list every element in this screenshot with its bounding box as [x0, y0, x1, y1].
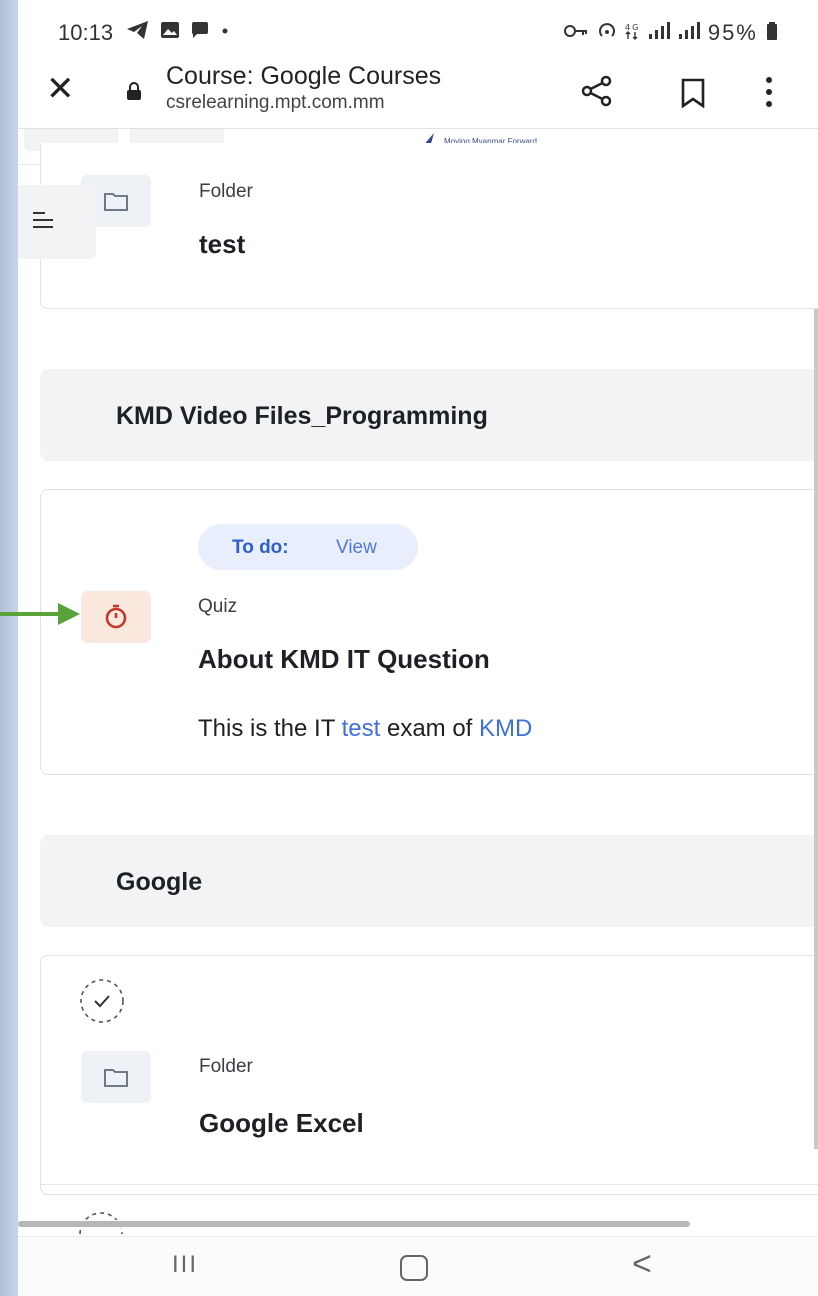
message-icon	[192, 22, 209, 38]
course-page: Moving Myanmar Forward Folder test KMD V…	[18, 129, 818, 1195]
desc-link-test[interactable]: test	[342, 715, 381, 742]
back-button[interactable]: <	[632, 1245, 652, 1284]
svg-text:4G: 4G	[625, 23, 639, 32]
signal-icon	[678, 22, 700, 39]
activity-title[interactable]: About KMD IT Question	[198, 644, 490, 675]
status-bar: 10:13 4G 95%	[18, 0, 818, 60]
close-icon[interactable]: ✕	[46, 72, 75, 106]
horizontal-scrollbar[interactable]	[18, 1221, 690, 1227]
more-vert-icon[interactable]	[764, 76, 774, 108]
lock-icon	[127, 82, 141, 100]
activity-type-label: Folder	[199, 1056, 253, 1077]
telegram-icon	[127, 21, 148, 39]
folder-icon	[104, 1069, 128, 1087]
section-header-google[interactable]: Google	[40, 835, 818, 927]
dot-icon	[222, 28, 228, 34]
url-text[interactable]: csrelearning.mpt.com.mm	[166, 92, 385, 114]
quiz-timer-icon	[105, 604, 127, 629]
activity-title[interactable]: Google Excel	[199, 1108, 364, 1139]
desc-link-kmd[interactable]: KMD	[479, 715, 532, 742]
section-title[interactable]: Google	[116, 868, 202, 897]
section-title[interactable]: KMD Video Files_Programming	[116, 402, 488, 431]
activity-title[interactable]: test	[199, 229, 245, 260]
activity-card-test[interactable]: Folder test	[40, 143, 818, 309]
activity-type-label: Quiz	[198, 596, 238, 617]
annotation-arrow-icon	[0, 603, 80, 625]
todo-badge: To do: View	[198, 524, 418, 570]
activity-type-label: Folder	[199, 181, 253, 202]
gallery-icon	[161, 22, 180, 38]
status-right-icons: 4G 95%	[563, 20, 778, 46]
status-left-icons	[126, 20, 230, 46]
data-icon: 4G	[625, 23, 639, 40]
row-divider	[41, 1184, 818, 1185]
system-nav-bar: III <	[18, 1236, 818, 1296]
activity-icon-box	[81, 1051, 151, 1103]
key-icon	[564, 25, 588, 37]
section-header-kmd[interactable]: KMD Video Files_Programming	[40, 369, 818, 461]
home-button[interactable]	[400, 1255, 428, 1281]
activity-icon-box	[81, 591, 151, 643]
recent-apps-button[interactable]: III	[172, 1251, 198, 1279]
bookmark-icon[interactable]	[680, 78, 706, 108]
signal-icon	[648, 22, 670, 39]
backdrop-left	[0, 0, 18, 1296]
share-icon[interactable]	[580, 74, 614, 108]
activity-description: This is the IT test exam of KMD	[198, 715, 532, 743]
battery-percent: 95%	[707, 20, 758, 45]
browser-toolbar: ✕ Course: Google Courses csrelearning.mp…	[18, 60, 818, 129]
todo-value: View	[336, 537, 377, 558]
folder-icon	[104, 193, 128, 211]
todo-label: To do:	[232, 537, 289, 558]
page-title: Course: Google Courses	[166, 62, 442, 90]
desc-text: This is the IT	[198, 715, 342, 742]
battery-icon	[767, 22, 777, 40]
phone-screen: 10:13 4G 95% ✕ Course: Google Courses cs…	[18, 0, 818, 1296]
status-time: 10:13	[58, 20, 114, 45]
activity-card-google-excel[interactable]: Folder Google Excel	[40, 955, 818, 1195]
menu-lines-icon	[33, 212, 53, 228]
hotspot-icon	[599, 23, 616, 37]
completion-check-icon[interactable]	[77, 976, 127, 1026]
course-index-toggle[interactable]	[18, 185, 96, 259]
vertical-scrollbar[interactable]	[814, 309, 818, 1149]
desc-text: exam of	[380, 715, 480, 742]
